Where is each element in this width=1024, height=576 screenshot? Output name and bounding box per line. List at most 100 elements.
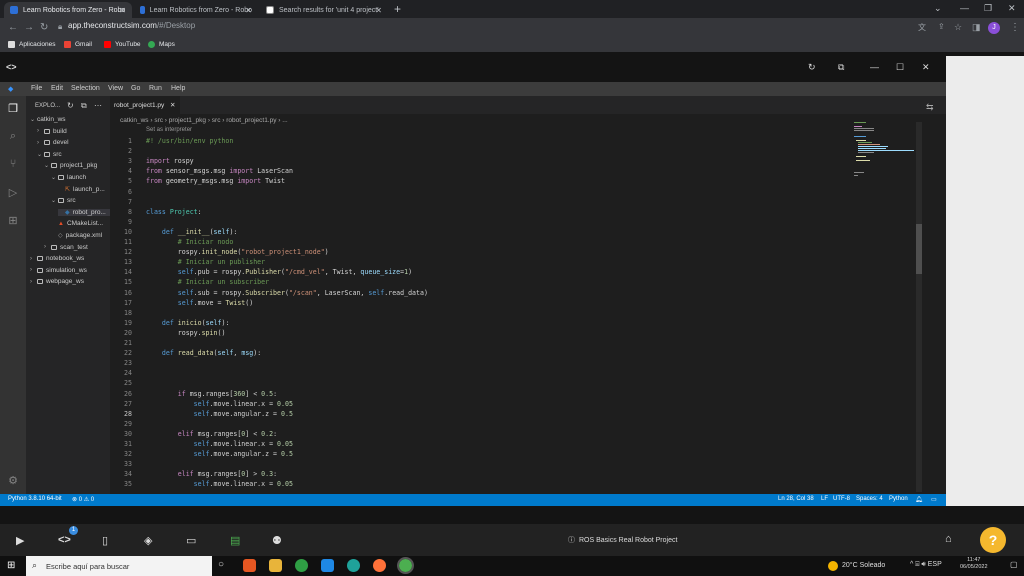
simulation-cube-icon[interactable]: ◈ — [144, 534, 152, 547]
python-interpreter-status[interactable]: Python 3.8.10 64-bit — [8, 496, 62, 502]
scrollbar-thumb[interactable] — [916, 224, 922, 274]
side-panel-icon[interactable]: ◨ — [972, 22, 981, 33]
code-line[interactable]: self.move.linear.x = 0.05 — [146, 480, 293, 488]
menu-run[interactable]: Run — [149, 85, 162, 92]
feedback-icon[interactable]: ▭ — [931, 496, 937, 503]
close-tab-icon[interactable]: ✕ — [245, 6, 252, 15]
code-line[interactable]: import rospy — [146, 157, 194, 165]
code-editor-tool-icon[interactable]: <> — [58, 534, 71, 546]
terminal-icon[interactable]: ▶ — [16, 534, 24, 547]
tree-item[interactable]: › build — [37, 128, 67, 135]
more-actions-icon[interactable]: ⋯ — [94, 101, 102, 110]
minimap[interactable] — [854, 122, 914, 182]
tree-item[interactable]: ⇱ launch_p... — [58, 186, 105, 193]
firefox-icon[interactable] — [373, 559, 386, 572]
code-line[interactable]: from sensor_msgs.msg import LaserScan — [146, 167, 293, 175]
explorer-files-icon[interactable]: ❐ — [6, 102, 20, 116]
search-icon[interactable]: ⌕ — [6, 130, 20, 144]
code-line[interactable]: class Project: — [146, 208, 202, 216]
tree-item[interactable]: › devel — [37, 139, 69, 146]
set-interpreter-codelens[interactable]: Set as interpreter — [146, 127, 192, 133]
reload-icon[interactable]: ↻ — [40, 22, 48, 33]
close-ide-icon[interactable]: ✕ — [922, 62, 930, 73]
menu-selection[interactable]: Selection — [71, 85, 100, 92]
code-line[interactable]: self.move.angular.z = 0.5 — [146, 450, 293, 458]
code-line[interactable]: self.move.linear.x = 0.05 — [146, 400, 293, 408]
menu-go[interactable]: Go — [131, 85, 140, 92]
code-line[interactable]: elif msg.ranges[0] > 0.3: — [146, 470, 277, 478]
language-status[interactable]: Python — [889, 496, 908, 502]
code-line[interactable]: from geometry_msgs.msg import Twist — [146, 177, 285, 185]
chrome-active-icon[interactable] — [397, 557, 414, 574]
problems-status[interactable]: ⊗ 0 ⚠ 0 — [72, 496, 94, 503]
browser-tab-3[interactable]: Search results for 'unit 4 project' ✕ — [260, 2, 388, 18]
refresh-explorer-icon[interactable]: ↻ — [67, 101, 74, 110]
editor-tab-robot-project1[interactable]: robot_project1.py ✕ — [110, 96, 180, 114]
file-explorer-icon[interactable] — [269, 559, 282, 572]
split-editor-icon[interactable]: ⇆ — [926, 102, 934, 113]
bookmark-star-icon[interactable]: ☆ — [954, 22, 962, 33]
tree-item[interactable]: ▲ CMakeList... — [51, 220, 103, 227]
minimize-icon[interactable]: — — [960, 3, 969, 13]
collapse-all-icon[interactable]: ⧉ — [81, 101, 87, 111]
tab-search-chevron-icon[interactable]: ⌄ — [934, 3, 942, 14]
code-line[interactable]: # Iniciar un subscriber — [146, 278, 269, 286]
restore-icon[interactable]: ❐ — [984, 3, 992, 14]
tree-item[interactable]: › notebook_ws — [30, 255, 84, 262]
bookmark-gmail[interactable]: Gmail — [64, 41, 92, 48]
notebook-icon[interactable]: ▯ — [102, 534, 108, 547]
run-debug-icon[interactable]: ▷ — [6, 186, 20, 200]
tree-item[interactable]: › webpage_ws — [30, 278, 84, 285]
settings-gear-icon[interactable]: ⚙ — [6, 474, 20, 488]
notifications-icon[interactable]: ▢ — [1010, 560, 1018, 569]
refresh-icon[interactable]: ↻ — [808, 62, 816, 73]
bookmark-apps[interactable]: Aplicaciones — [8, 41, 56, 48]
edge-icon[interactable] — [347, 559, 360, 572]
code-line[interactable]: def read_data(self, msg): — [146, 349, 261, 357]
code-line[interactable]: self.move.angular.z = 0.5 — [146, 410, 293, 418]
menu-view[interactable]: View — [108, 85, 123, 92]
popout-icon[interactable]: ⧉ — [838, 62, 844, 73]
menu-edit[interactable]: Edit — [51, 85, 63, 92]
new-tab-plus-icon[interactable]: + — [394, 2, 401, 16]
bookmark-youtube[interactable]: YouTube — [104, 41, 141, 48]
code-line[interactable]: elif msg.ranges[0] < 0.2: — [146, 430, 277, 438]
indent-status[interactable]: Spaces: 4 — [856, 496, 883, 502]
code-line[interactable]: # Iniciar nodo — [146, 238, 234, 246]
menu-help[interactable]: Help — [171, 85, 185, 92]
browser-tab-2[interactable]: Learn Robotics from Zero - Robo ✕ — [134, 2, 258, 18]
system-clock[interactable]: 11:47 06/05/2022 — [960, 557, 988, 571]
menu-file[interactable]: File — [31, 85, 42, 92]
url-field[interactable]: app.theconstructsim.com/#/Desktop — [68, 21, 195, 30]
close-editor-tab-icon[interactable]: ✕ — [170, 102, 175, 109]
notifications-bell-icon[interactable]: 🔔︎ — [915, 496, 923, 503]
real-robot-lab-icon[interactable]: ▤ — [230, 534, 240, 547]
code-line[interactable]: rospy.init_node("robot_project1_node") — [146, 248, 329, 256]
vertical-scrollbar[interactable] — [916, 122, 922, 492]
tree-item[interactable]: ◆ robot_pro... — [58, 208, 110, 216]
code-line[interactable]: def inicio(self): — [146, 319, 230, 327]
code-line[interactable]: if msg.ranges[360] < 0.5: — [146, 390, 277, 398]
extensions-icon[interactable]: ⊞ — [6, 214, 20, 228]
code-line[interactable]: #! /usr/bin/env python — [146, 137, 233, 145]
help-button[interactable]: ? — [980, 527, 1006, 553]
tree-item[interactable]: › scan_test — [44, 244, 88, 251]
robot-icon[interactable]: ⚉ — [272, 534, 282, 547]
chrome-icon[interactable] — [295, 559, 308, 572]
browser-tab-1[interactable]: Learn Robotics from Zero - Robo ✕ — [4, 2, 132, 18]
profile-avatar[interactable]: J — [988, 22, 1000, 34]
home-icon[interactable]: ⌂ — [945, 533, 952, 545]
windows-start-icon[interactable]: ⊞ — [7, 560, 15, 571]
back-arrow-icon[interactable]: ← — [8, 22, 18, 33]
source-control-icon[interactable]: ⑂ — [6, 158, 20, 172]
breadcrumb-item[interactable]: catkin_ws — [120, 117, 149, 124]
cursor-position-status[interactable]: Ln 28, Col 38 — [778, 496, 814, 502]
code-line[interactable]: self.move.linear.x = 0.05 — [146, 440, 293, 448]
cortana-circle-icon[interactable]: ○ — [218, 559, 224, 570]
breadcrumb-item[interactable]: src — [154, 117, 163, 124]
close-window-icon[interactable]: ✕ — [1008, 3, 1016, 14]
bookmark-maps[interactable]: Maps — [148, 41, 175, 48]
tree-item[interactable]: ⌄ project1_pkg — [44, 162, 97, 169]
eol-status[interactable]: LF — [821, 496, 828, 502]
encoding-status[interactable]: UTF-8 — [833, 496, 850, 502]
